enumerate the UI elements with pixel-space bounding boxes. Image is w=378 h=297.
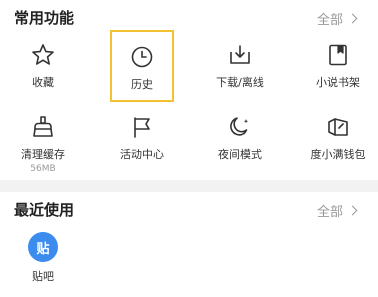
tile-history[interactable]: 历史	[110, 30, 174, 102]
tile-wallet[interactable]: 度小满钱包	[306, 102, 370, 174]
tieba-icon: 贴	[28, 232, 58, 262]
tile-label: 历史	[131, 78, 153, 91]
tile-clear-cache[interactable]: 清理缓存 56MB	[11, 102, 75, 174]
tile-label: 夜间模式	[218, 148, 262, 161]
broom-icon	[33, 116, 53, 137]
clock-icon	[131, 46, 153, 68]
star-icon	[32, 44, 54, 65]
tile-novel-shelf[interactable]: 小说书架	[306, 30, 370, 102]
section-title-recent: 最近使用	[14, 201, 75, 219]
tile-label: 清理缓存	[21, 148, 65, 161]
tile-label: 收藏	[32, 76, 54, 89]
tile-label: 下载/离线	[216, 76, 264, 89]
cache-size: 56MB	[30, 164, 56, 174]
recent-section: 最近使用 全部 贴 贴吧	[0, 192, 378, 297]
tile-tieba[interactable]: 贴 贴吧	[11, 228, 75, 284]
tile-downloads[interactable]: 下载/离线	[208, 30, 272, 102]
tile-label: 度小满钱包	[310, 148, 366, 161]
common-view-all-link[interactable]: 全部	[316, 9, 358, 28]
tile-activity-center[interactable]: 活动中心	[110, 102, 174, 174]
tile-label: 贴吧	[32, 270, 54, 283]
bookmark-book-icon	[329, 44, 347, 66]
chevron-right-icon	[347, 205, 358, 216]
moon-icon	[230, 117, 249, 136]
section-divider	[0, 180, 378, 192]
flag-icon	[134, 117, 150, 138]
tile-favorites[interactable]: 收藏	[11, 30, 75, 102]
download-icon	[230, 45, 250, 64]
wallet-icon	[328, 118, 348, 136]
view-all-label: 全部	[316, 205, 343, 220]
recent-view-all-link[interactable]: 全部	[316, 201, 358, 220]
chevron-right-icon	[347, 13, 358, 24]
tile-label: 活动中心	[120, 148, 164, 161]
common-functions-section: 常用功能 全部 收藏 历史 下载/离线 小说书架 清理缓存 56MB 活动中心 …	[0, 0, 378, 180]
section-title-common: 常用功能	[14, 9, 75, 27]
view-all-label: 全部	[316, 13, 343, 28]
tile-label: 小说书架	[316, 76, 360, 89]
tile-night-mode[interactable]: 夜间模式	[208, 102, 272, 174]
